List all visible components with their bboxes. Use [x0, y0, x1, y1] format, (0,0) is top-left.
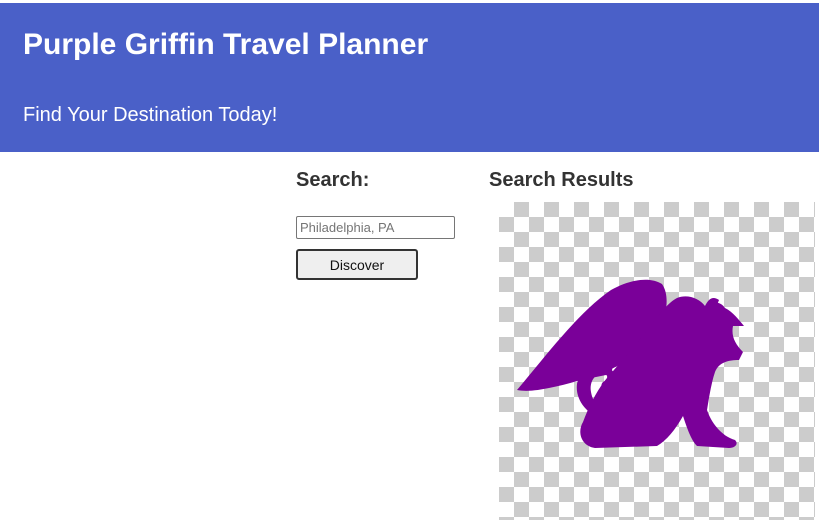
tagline: Find Your Destination Today! [23, 104, 278, 126]
griffin-result-image [499, 202, 815, 520]
app-title: Purple Griffin Travel Planner [23, 28, 429, 61]
griffin-silhouette-icon [517, 279, 744, 448]
results-heading: Search Results [489, 169, 634, 191]
search-input[interactable] [296, 216, 455, 239]
discover-button[interactable]: Discover [296, 249, 418, 280]
search-heading: Search: [296, 169, 370, 191]
header-banner: Purple Griffin Travel Planner Find Your … [0, 3, 819, 152]
